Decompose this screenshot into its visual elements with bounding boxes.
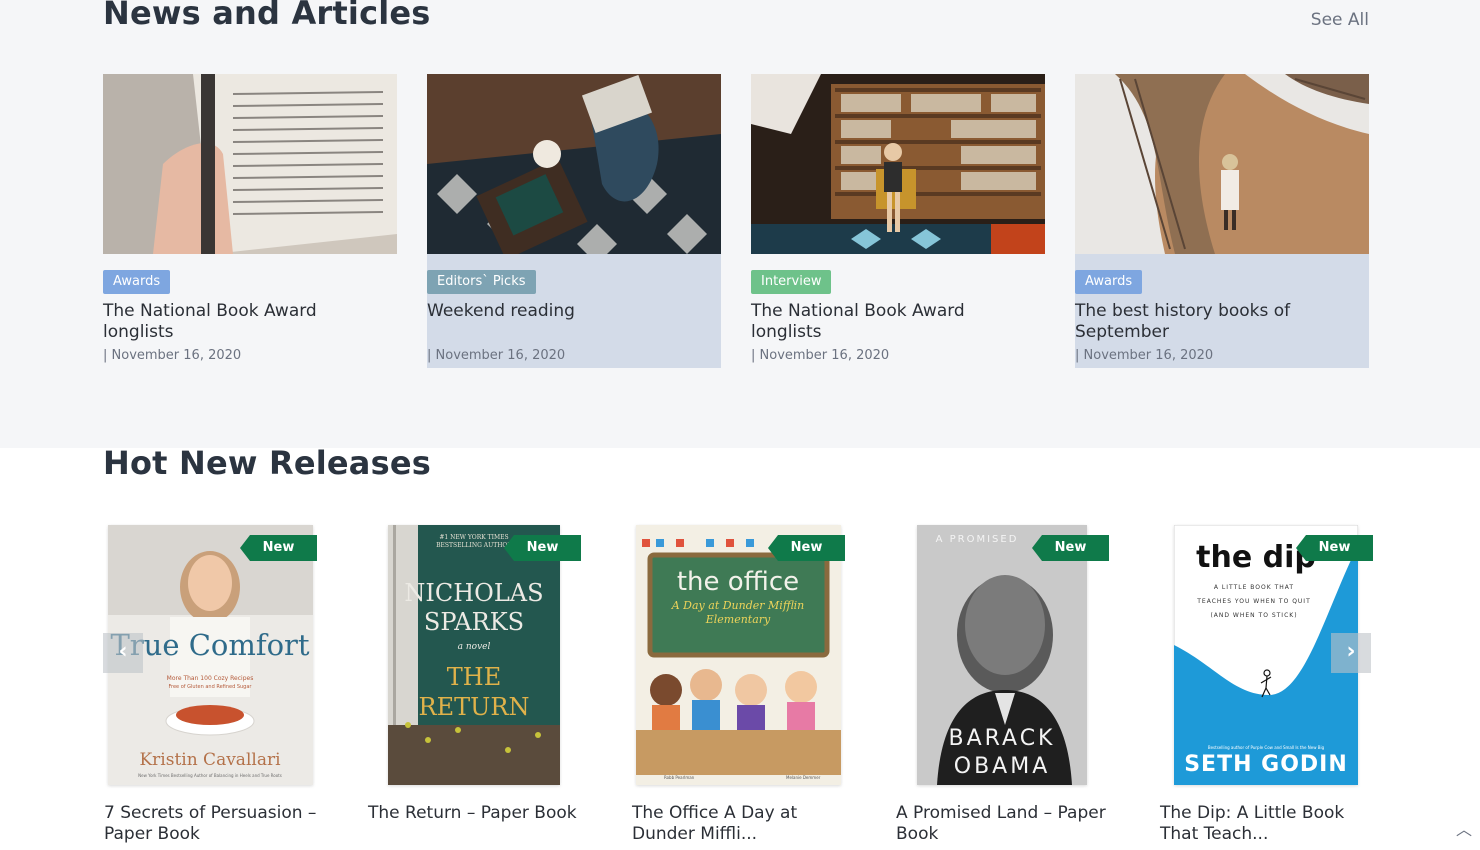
cover-subtitle-2: Elementary — [705, 613, 771, 626]
chevron-left-icon: ‹ — [118, 639, 128, 664]
category-badge[interactable]: Interview — [751, 270, 832, 294]
cover-author-last: OBAMA — [954, 754, 1051, 779]
cover-credit-1: Robb Pearlman — [664, 775, 695, 780]
book-title[interactable]: The Return – Paper Book — [368, 803, 593, 824]
see-all-link[interactable]: See All — [1311, 10, 1369, 30]
book-title[interactable]: A Promised Land – Paper Book — [896, 803, 1121, 845]
cover-author-note: New York Times Bestselling Author of Bal… — [138, 773, 282, 778]
article-date: | November 16, 2020 — [1075, 348, 1214, 363]
product-card[interactable]: #1 NEW YORK TIMES BESTSELLING AUTHOR NIC… — [368, 525, 604, 850]
article-date: | November 16, 2020 — [103, 348, 242, 363]
product-card[interactable]: the dip A LITTLE BOOK THAT TEACHES YOU W… — [1160, 525, 1396, 850]
cover-top-note-2: BESTSELLING AUTHOR — [436, 542, 512, 549]
cover-author-first: BARACK — [949, 726, 1056, 751]
carousel-prev-button[interactable]: ‹ — [103, 633, 143, 673]
news-card[interactable]: Awards The National Book Award longlists… — [103, 74, 397, 368]
news-section-title: News and Articles — [103, 0, 431, 32]
chevron-up-icon: ︿ — [1455, 820, 1472, 839]
cover-credit-2: Melanie Demmer — [786, 775, 821, 780]
curved-library-photo[interactable] — [1075, 74, 1369, 254]
book-title[interactable]: The Office A Day at Dunder Miffli... — [632, 803, 857, 845]
cover-author-last: SPARKS — [424, 608, 524, 636]
article-date: | November 16, 2020 — [751, 348, 890, 363]
cover-author: SETH GODIN — [1184, 752, 1348, 777]
news-card[interactable]: Interview The National Book Award longli… — [751, 74, 1045, 368]
product-card[interactable]: True Comfort More Than 100 Cozy Recipes … — [104, 525, 340, 850]
cover-subtitle: a novel — [458, 642, 491, 652]
book-title[interactable]: 7 Secrets of Persuasion – Paper Book — [104, 803, 329, 845]
article-title[interactable]: The best history books of September — [1075, 301, 1355, 343]
new-badge: New — [1032, 535, 1109, 561]
book-cover-the-office[interactable]: the office A Day at Dunder Mifflin Eleme… — [636, 525, 841, 785]
cover-tagline: More Than 100 Cozy Recipes — [167, 675, 254, 682]
news-section: News and Articles See All Awards The Nat… — [0, 0, 1480, 448]
product-card[interactable]: the office A Day at Dunder Mifflin Eleme… — [632, 525, 868, 850]
book-pages-photo[interactable] — [103, 74, 397, 254]
cover-tagline-3: (AND WHEN TO STICK) — [1210, 612, 1297, 619]
cover-tagline-2: TEACHES YOU WHEN TO QUIT — [1196, 598, 1311, 605]
new-badge: New — [1296, 535, 1373, 561]
book-title[interactable]: The Dip: A Little Book That Teach... — [1160, 803, 1385, 845]
cover-top: A PROMISED — [936, 534, 1019, 545]
cover-title: the office — [677, 567, 799, 597]
releases-section-title: Hot New Releases — [103, 444, 431, 482]
article-title[interactable]: The National Book Award longlists — [751, 301, 1031, 343]
carousel-next-button[interactable]: › — [1331, 633, 1371, 673]
book-cover-a-promised-land[interactable]: A PROMISED BARACK OBAMA — [917, 525, 1087, 785]
cover-tagline-1: A LITTLE BOOK THAT — [1214, 584, 1294, 591]
cover-author: Kristin Cavallari — [139, 750, 281, 770]
cover-title-1: THE — [447, 663, 501, 691]
chevron-right-icon: › — [1346, 639, 1356, 664]
cover-author-note: Bestselling author of Purple Cow and Sma… — [1208, 745, 1325, 750]
product-card[interactable]: A PROMISED BARACK OBAMA New A Promised L… — [896, 525, 1132, 850]
cover-subtitle: A Day at Dunder Mifflin — [671, 599, 805, 612]
cover-top-note: #1 NEW YORK TIMES — [439, 534, 508, 541]
category-badge[interactable]: Awards — [103, 270, 171, 294]
article-date: | November 16, 2020 — [427, 348, 566, 363]
cover-title: the dip — [1196, 540, 1316, 575]
news-card[interactable]: Editors` Picks Weekend reading | Novembe… — [427, 74, 721, 368]
news-card[interactable]: Awards The best history books of Septemb… — [1075, 74, 1369, 368]
category-badge[interactable]: Editors` Picks — [427, 270, 536, 294]
cover-tagline-2: Free of Gluten and Refined Sugar — [169, 684, 253, 690]
book-cover-the-return[interactable]: #1 NEW YORK TIMES BESTSELLING AUTHOR NIC… — [388, 525, 560, 785]
reading-on-rug-photo[interactable] — [427, 74, 721, 254]
article-title[interactable]: The National Book Award longlists — [103, 301, 383, 343]
cover-author-first: NICHOLAS — [404, 579, 543, 607]
library-interview-photo[interactable] — [751, 74, 1045, 254]
category-badge[interactable]: Awards — [1075, 270, 1143, 294]
new-badge: New — [504, 535, 581, 561]
cover-title-2: RETURN — [419, 693, 530, 721]
article-title[interactable]: Weekend reading — [427, 301, 707, 322]
new-badge: New — [240, 535, 317, 561]
scroll-to-top-button[interactable]: ︿ — [1454, 816, 1474, 839]
new-badge: New — [768, 535, 845, 561]
